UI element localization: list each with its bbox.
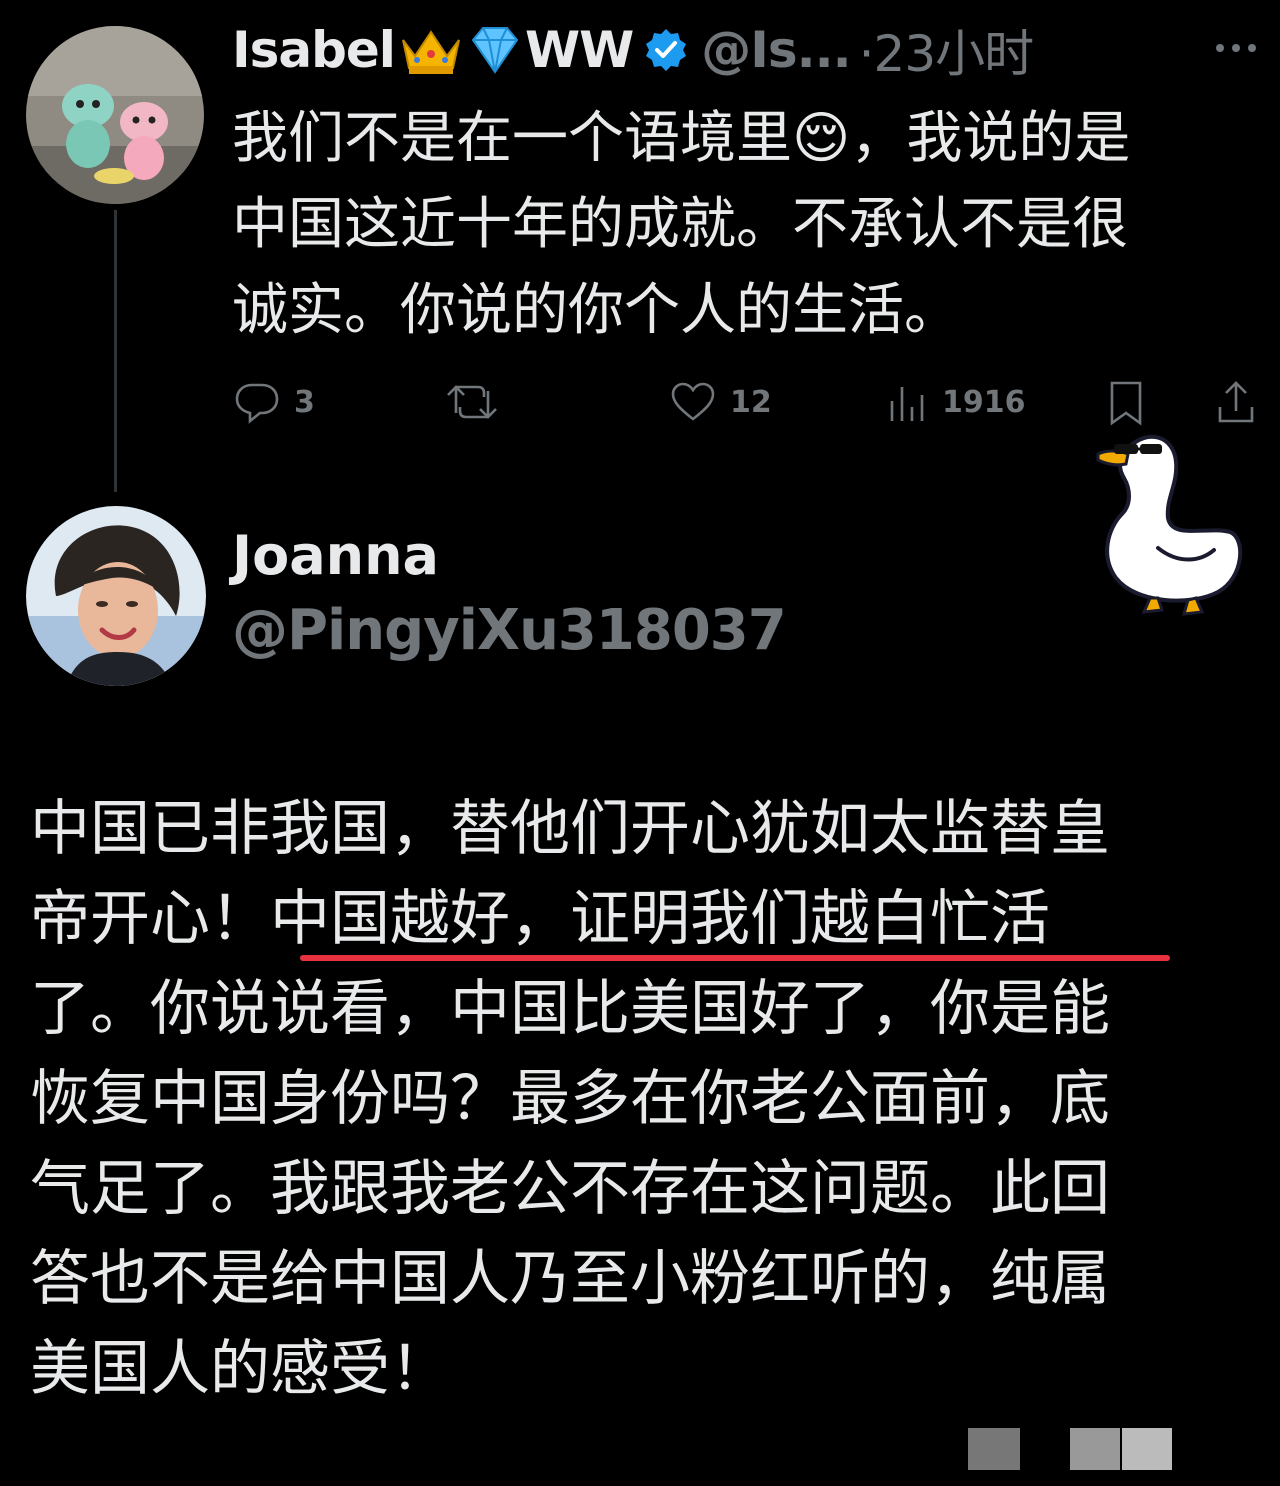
tweet-text-line: 中国这近十年的成就。不承认不是很 [232, 192, 1128, 257]
crown-icon [399, 24, 463, 76]
tweet-header: Isabel WW @Is... ·23小时 [232, 14, 1035, 86]
repost-icon [447, 385, 497, 419]
goose-sticker [1088, 428, 1248, 618]
reply-count: 3 [294, 384, 315, 420]
display-name-suffix: WW [524, 21, 634, 79]
tweet-text-line: 诚实。你说的你个人的生活。 [232, 278, 960, 343]
display-name[interactable]: Isabel [232, 21, 396, 79]
thread-connector-line [114, 210, 117, 492]
tweet-text-line: 我们不是在一个语境里😌，我说的是 [232, 106, 1131, 171]
verified-badge-icon [643, 27, 689, 73]
blurred-watermark [1122, 1428, 1172, 1470]
avatar-joanna[interactable] [26, 506, 206, 686]
tweet-actions-bar: 3 12 1916 [232, 372, 1262, 432]
display-name[interactable]: Joanna [232, 524, 439, 587]
tweet-text-line: 中国已非我国，替他们开心犹如太监替皇 [30, 794, 1110, 864]
bookmark-icon [1110, 381, 1142, 426]
timestamp[interactable]: ·23小时 [859, 14, 1035, 86]
tweet-text-line: 帝开心！中国越好，证明我们越白忙活 [30, 884, 1050, 954]
tweet-text-line: 气足了。我跟我老公不存在这问题。此回 [30, 1154, 1110, 1224]
user-handle[interactable]: @PingyiXu318037 [232, 598, 787, 663]
tweet-text-line: 美国人的感受！ [30, 1334, 450, 1404]
tweet-text: 我们不是在一个语境里😌，我说的是 中国这近十年的成就。不承认不是很 诚实。你说的… [232, 96, 1242, 354]
highlight-underline [300, 955, 1170, 961]
share-button[interactable] [1214, 372, 1258, 432]
views-icon [890, 387, 924, 421]
user-handle[interactable]: @Is... [701, 21, 851, 79]
reply-icon [235, 383, 279, 424]
views-button[interactable]: 1916 [886, 372, 1026, 432]
repost-button[interactable] [444, 372, 512, 432]
share-icon [1218, 381, 1254, 423]
tweet-text: 中国已非我国，替他们开心犹如太监替皇 帝开心！中国越好，证明我们越白忙活 了。你… [30, 784, 1260, 1414]
views-count: 1916 [942, 384, 1026, 420]
tweet-text-line: 答也不是给中国人乃至小粉红听的，纯属 [30, 1244, 1110, 1314]
more-options-icon[interactable] [1212, 40, 1260, 54]
bookmark-button[interactable] [1104, 372, 1148, 432]
tweet-text-line: 恢复中国身份吗？最多在你老公面前，底 [30, 1064, 1110, 1134]
reply-button[interactable]: 3 [232, 372, 315, 432]
blurred-watermark [1070, 1428, 1120, 1470]
gem-icon [467, 24, 523, 76]
blurred-watermark [968, 1428, 1020, 1470]
avatar-isabel[interactable] [26, 26, 204, 204]
like-count: 12 [730, 384, 772, 420]
tweet-text-line: 了。你说说看，中国比美国好了，你是能 [30, 974, 1110, 1044]
heart-icon [671, 382, 715, 421]
like-button[interactable]: 12 [668, 372, 772, 432]
